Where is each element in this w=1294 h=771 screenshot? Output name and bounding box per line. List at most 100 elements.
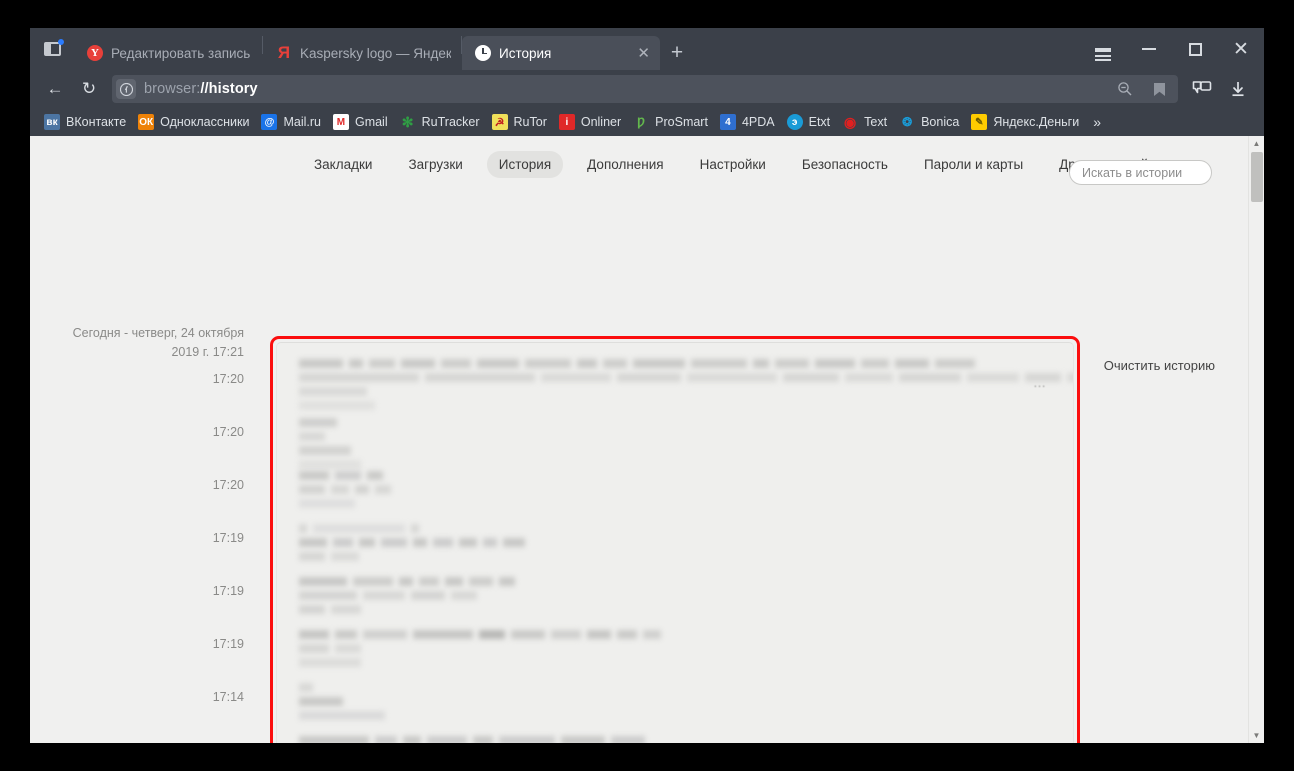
reload-button[interactable]: ↻ — [72, 74, 106, 104]
tab-title: История — [499, 45, 552, 61]
bookmark-label: Яндекс.Деньги — [993, 115, 1080, 129]
history-date-header: Сегодня - четверг, 24 октября 2019 г. 17… — [72, 326, 244, 359]
tab-security[interactable]: Безопасность — [790, 151, 900, 178]
yandex-red-circle-icon: Y — [87, 45, 103, 61]
entry-title-blurred — [299, 414, 367, 427]
entry-sub2-blurred — [299, 397, 1059, 410]
bookmark-label: 4PDA — [741, 115, 775, 129]
tab-title: Редактировать запись ‹ Ск — [111, 45, 252, 61]
mailru-icon: @ — [261, 114, 278, 130]
scroll-down-icon[interactable]: ▼ — [1249, 728, 1264, 743]
tab-bookmarks[interactable]: Закладки — [302, 151, 384, 178]
downloads-icon[interactable] — [1220, 74, 1256, 104]
history-entries-list[interactable]: … — [276, 342, 1074, 743]
close-window-icon[interactable]: ✕ — [1218, 28, 1264, 70]
bookmark-item[interactable]: вк ВКонтакте — [38, 111, 132, 133]
bookmark-item[interactable]: ❂ Bonica — [893, 111, 965, 133]
tab-0[interactable]: Y Редактировать запись ‹ Ск — [74, 36, 262, 70]
history-time: 17:19 — [212, 637, 244, 651]
bookmarks-overflow-icon[interactable]: » — [1085, 114, 1109, 130]
history-entry[interactable]: … — [299, 355, 1073, 411]
minimize-icon[interactable] — [1126, 28, 1172, 70]
main-menu-icon[interactable] — [1080, 28, 1126, 70]
bookmark-item[interactable]: ☭ RuTor — [486, 111, 553, 133]
rutor-icon: ☭ — [491, 114, 508, 130]
entry-sub-blurred — [299, 442, 367, 455]
bookmark-item[interactable]: ◉ Text — [836, 111, 893, 133]
history-entry[interactable] — [299, 414, 367, 470]
new-tab-button[interactable]: + — [660, 36, 694, 70]
entry-menu-icon[interactable]: … — [1033, 375, 1047, 390]
scrollbar-thumb[interactable] — [1251, 152, 1263, 202]
scroll-up-icon[interactable]: ▲ — [1249, 136, 1264, 151]
search-input[interactable] — [1082, 165, 1199, 180]
tab-settings[interactable]: Настройки — [688, 151, 778, 178]
search-history-box[interactable] — [1069, 160, 1212, 185]
sidebar-toggle-button[interactable] — [30, 28, 74, 70]
history-time: 17:20 — [212, 478, 244, 492]
bookmark-item[interactable]: ✻ RuTracker — [394, 111, 486, 133]
bookmark-item[interactable]: 4 4PDA — [714, 111, 781, 133]
bookmark-label: Gmail — [354, 115, 388, 129]
browser-window: Y Редактировать запись ‹ Ск Я Kaspersky … — [30, 28, 1264, 743]
bookmark-item[interactable]: э Etxt — [781, 111, 837, 133]
collections-icon[interactable] — [1184, 74, 1220, 104]
history-entry[interactable] — [299, 520, 531, 562]
tab-downloads[interactable]: Загрузки — [396, 151, 474, 178]
omnibox[interactable]: browser://history — [112, 75, 1178, 103]
tab-passwords-cards[interactable]: Пароли и карты — [912, 151, 1035, 178]
entry-title-blurred — [299, 355, 1059, 368]
bookmark-icon[interactable] — [1142, 75, 1176, 103]
page-scrollbar[interactable]: ▲ ▼ — [1248, 136, 1264, 743]
entry-url-blurred — [299, 534, 531, 547]
onliner-icon: i — [558, 114, 575, 130]
bookmark-label: ВКонтакте — [66, 115, 127, 129]
tab-2-history[interactable]: История ✕ — [462, 36, 660, 70]
entry-title-blurred — [299, 573, 521, 586]
entry-sub2-blurred — [299, 456, 367, 469]
history-entry[interactable] — [299, 732, 651, 743]
entry-title-blurred — [299, 732, 651, 743]
zoom-out-icon[interactable] — [1108, 75, 1142, 103]
maximize-icon[interactable] — [1172, 28, 1218, 70]
yandex-browser-badge-icon — [116, 79, 136, 99]
entry-url-blurred — [299, 587, 521, 600]
entry-url-blurred — [299, 640, 667, 653]
entry-title-blurred — [299, 626, 667, 639]
tab-history[interactable]: История — [486, 150, 564, 178]
history-entry[interactable] — [299, 679, 391, 721]
back-button[interactable]: ← — [38, 74, 72, 104]
entry-sub-blurred — [299, 654, 667, 667]
entry-title-blurred — [299, 679, 391, 692]
tab-addons[interactable]: Дополнения — [575, 151, 675, 178]
bookmark-label: ProSmart — [655, 115, 708, 129]
etxt-icon: э — [786, 114, 803, 130]
history-entry[interactable] — [299, 626, 667, 668]
bookmark-label: Onliner — [580, 115, 622, 129]
tab-1[interactable]: Я Kaspersky logo — Яндекс: н — [263, 36, 461, 70]
entry-title-blurred — [299, 520, 531, 533]
bookmark-item[interactable]: i Onliner — [553, 111, 627, 133]
bookmark-item[interactable]: ОК Одноклассники — [132, 111, 255, 133]
bookmark-item[interactable]: M Gmail — [327, 111, 394, 133]
vk-icon: вк — [44, 114, 60, 130]
history-page: Закладки Загрузки История Дополнения Нас… — [30, 136, 1264, 743]
bookmark-item[interactable]: @ Mail.ru — [255, 111, 327, 133]
tab-close-icon[interactable]: ✕ — [637, 46, 650, 61]
tab-strip: Y Редактировать запись ‹ Ск Я Kaspersky … — [30, 28, 1264, 70]
history-time: 17:19 — [212, 531, 244, 545]
clear-history-link[interactable]: Очистить историю — [1104, 358, 1215, 373]
rutracker-icon: ✻ — [401, 114, 414, 130]
history-time: 17:20 — [212, 372, 244, 386]
history-entry[interactable] — [299, 467, 397, 509]
bookmark-label: Text — [864, 115, 888, 129]
history-entry[interactable] — [299, 573, 521, 615]
bookmark-item[interactable]: Ƿ ProSmart — [627, 111, 714, 133]
history-time-column: Сегодня - четверг, 24 октября 2019 г. 17… — [64, 324, 244, 743]
bookmark-item[interactable]: ✎ Яндекс.Деньги — [965, 111, 1085, 133]
entry-sub-blurred — [299, 707, 391, 720]
clock-icon — [475, 45, 491, 61]
url-scheme: browser: — [144, 81, 201, 97]
gmail-icon: M — [332, 114, 349, 130]
bookmark-label: Mail.ru — [283, 115, 321, 129]
